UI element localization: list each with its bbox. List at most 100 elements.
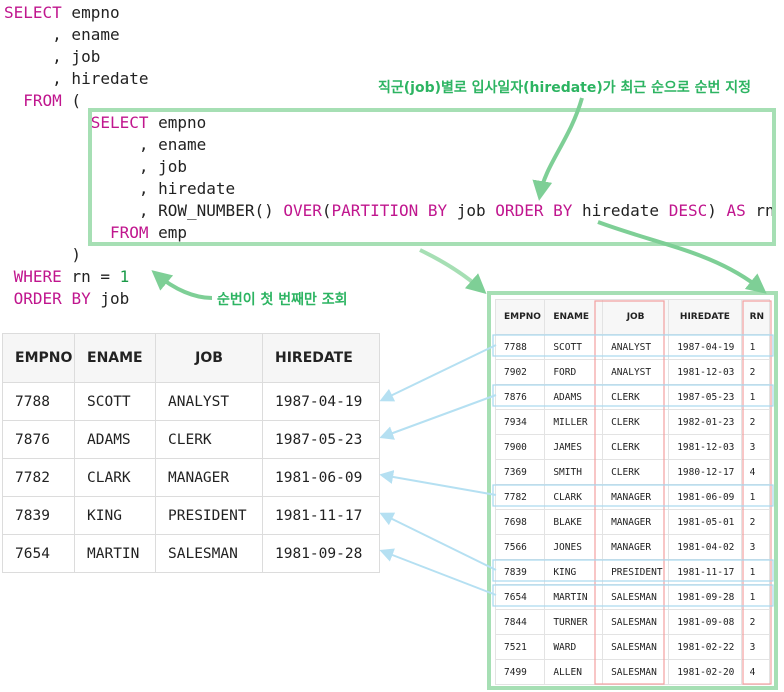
table-cell: 1981-05-01 (668, 509, 742, 535)
table-row: 7521 WARD SALESMAN 1981-02-22 3 (494, 634, 771, 660)
table-cell: 1987-04-19 (262, 382, 380, 421)
table-cell: JONES (544, 534, 604, 560)
table-cell: 7369 (494, 459, 546, 485)
table-cell: 7782 (494, 484, 546, 510)
table-cell: ADAMS (74, 420, 156, 459)
code-line: , job (4, 46, 100, 68)
code-line: WHERE rn = 1 (4, 266, 130, 288)
result-table: EMPNO ENAME JOB HIREDATE 7788 SCOTT ANALYS… (2, 333, 380, 573)
table-cell: 1981-09-28 (262, 534, 380, 573)
table-cell: MARTIN (74, 534, 156, 573)
table-cell: SALESMAN (602, 584, 670, 610)
table-cell: 1 (740, 484, 771, 510)
table-row: 7839 KING PRESIDENT 1981-11-17 (2, 496, 380, 535)
table-row: 7934 MILLER CLERK 1982-01-23 2 (494, 409, 771, 435)
table-cell: 1980-12-17 (668, 459, 742, 485)
partition-annotation: 직군(job)별로 입사일자(hiredate)가 최근 순으로 순번 지정 (378, 80, 752, 96)
table-cell: SCOTT (74, 382, 156, 421)
filter-annotation: 순번이 첫 번째만 조회 (217, 292, 348, 308)
table-cell: 7902 (494, 359, 546, 385)
table-cell: SALESMAN (155, 534, 263, 573)
sql-text: ) (4, 245, 82, 264)
table-row: 7902 FORD ANALYST 1981-12-03 2 (494, 359, 771, 385)
code-line: , hiredate (4, 68, 149, 90)
sql-text: , ename (4, 25, 120, 44)
subquery-highlight-box (88, 108, 776, 246)
table-cell: 7876 (2, 420, 75, 459)
table-cell: FORD (544, 359, 604, 385)
table-cell: 3 (740, 434, 771, 460)
table-cell: 7788 (494, 334, 546, 360)
table-cell: 1981-11-17 (668, 559, 742, 585)
code-line: ) (4, 244, 81, 266)
table-cell: 2 (740, 609, 771, 635)
table-cell: 7566 (494, 534, 546, 560)
table-cell: 4 (740, 459, 771, 485)
sql-keyword: BY (71, 289, 91, 308)
table-cell: CLERK (602, 409, 670, 435)
table-cell: ANALYST (602, 334, 670, 360)
table-cell: SALESMAN (602, 609, 670, 635)
table-row: 7844 TURNER SALESMAN 1981-09-08 2 (494, 609, 771, 635)
table-cell: MANAGER (602, 509, 670, 535)
table-cell: SALESMAN (602, 634, 670, 660)
table-cell: MARTIN (544, 584, 604, 610)
sql-text: , hiredate (4, 69, 149, 88)
table-cell: 7934 (494, 409, 546, 435)
table-cell: PRESIDENT (155, 496, 263, 535)
table-cell: CLARK (74, 458, 156, 497)
table-cell: 1981-12-03 (668, 359, 742, 385)
column-header: ENAME (74, 333, 156, 383)
table-cell: 2 (740, 359, 771, 385)
table-row: 7654 MARTIN SALESMAN 1981-09-28 (2, 534, 380, 573)
table-cell: 2 (740, 409, 771, 435)
table-row: 7566 JONES MANAGER 1981-04-02 3 (494, 534, 771, 560)
table-cell: 7698 (494, 509, 546, 535)
table-cell: SCOTT (544, 334, 604, 360)
table-cell: SALESMAN (602, 659, 670, 685)
table-cell: CLERK (602, 384, 670, 410)
table-cell: CLARK (544, 484, 604, 510)
table-cell: 7844 (494, 609, 546, 635)
table-cell: 1987-05-23 (668, 384, 742, 410)
row-connector-arrow (379, 548, 497, 596)
table-row: 7788 SCOTT ANALYST 1987-04-19 (2, 382, 380, 421)
table-row: 7654 MARTIN SALESMAN 1981-09-28 1 (494, 584, 771, 610)
table-row: 7499 ALLEN SALESMAN 1981-02-20 4 (494, 659, 771, 685)
sql-number: 1 (119, 267, 130, 286)
code-line: , ename (4, 24, 120, 46)
table-cell: 1981-09-08 (668, 609, 742, 635)
table-cell: 7654 (494, 584, 546, 610)
table-row: 7876 ADAMS CLERK 1987-05-23 (2, 420, 380, 459)
table-cell: CLERK (602, 434, 670, 460)
column-header: JOB (155, 333, 263, 383)
table-cell: 1981-02-22 (668, 634, 742, 660)
table-cell: MILLER (544, 409, 604, 435)
table-cell: 7839 (494, 559, 546, 585)
column-header: JOB (602, 299, 670, 335)
sql-keyword: SELECT (4, 3, 62, 22)
table-cell: ANALYST (155, 382, 263, 421)
table-cell: 4 (740, 659, 771, 685)
full-table-header: EMPNO ENAME JOB HIREDATE RN (494, 299, 771, 335)
table-cell: 1981-06-09 (668, 484, 742, 510)
sql-text: job (90, 289, 130, 308)
table-cell: 1982-01-23 (668, 409, 742, 435)
column-header: HIREDATE (262, 333, 380, 383)
table-cell: 7654 (2, 534, 75, 573)
column-header: EMPNO (2, 333, 75, 383)
table-cell: 1987-05-23 (262, 420, 380, 459)
table-cell: 7900 (494, 434, 546, 460)
table-cell: MANAGER (602, 484, 670, 510)
table-cell: SMITH (544, 459, 604, 485)
table-row: 7698 BLAKE MANAGER 1981-05-01 2 (494, 509, 771, 535)
table-cell: 7876 (494, 384, 546, 410)
table-cell: 7782 (2, 458, 75, 497)
table-cell: 1981-04-02 (668, 534, 742, 560)
table-cell: KING (74, 496, 156, 535)
table-cell: PRESIDENT (602, 559, 670, 585)
code-line: ORDER BY job (4, 288, 130, 310)
